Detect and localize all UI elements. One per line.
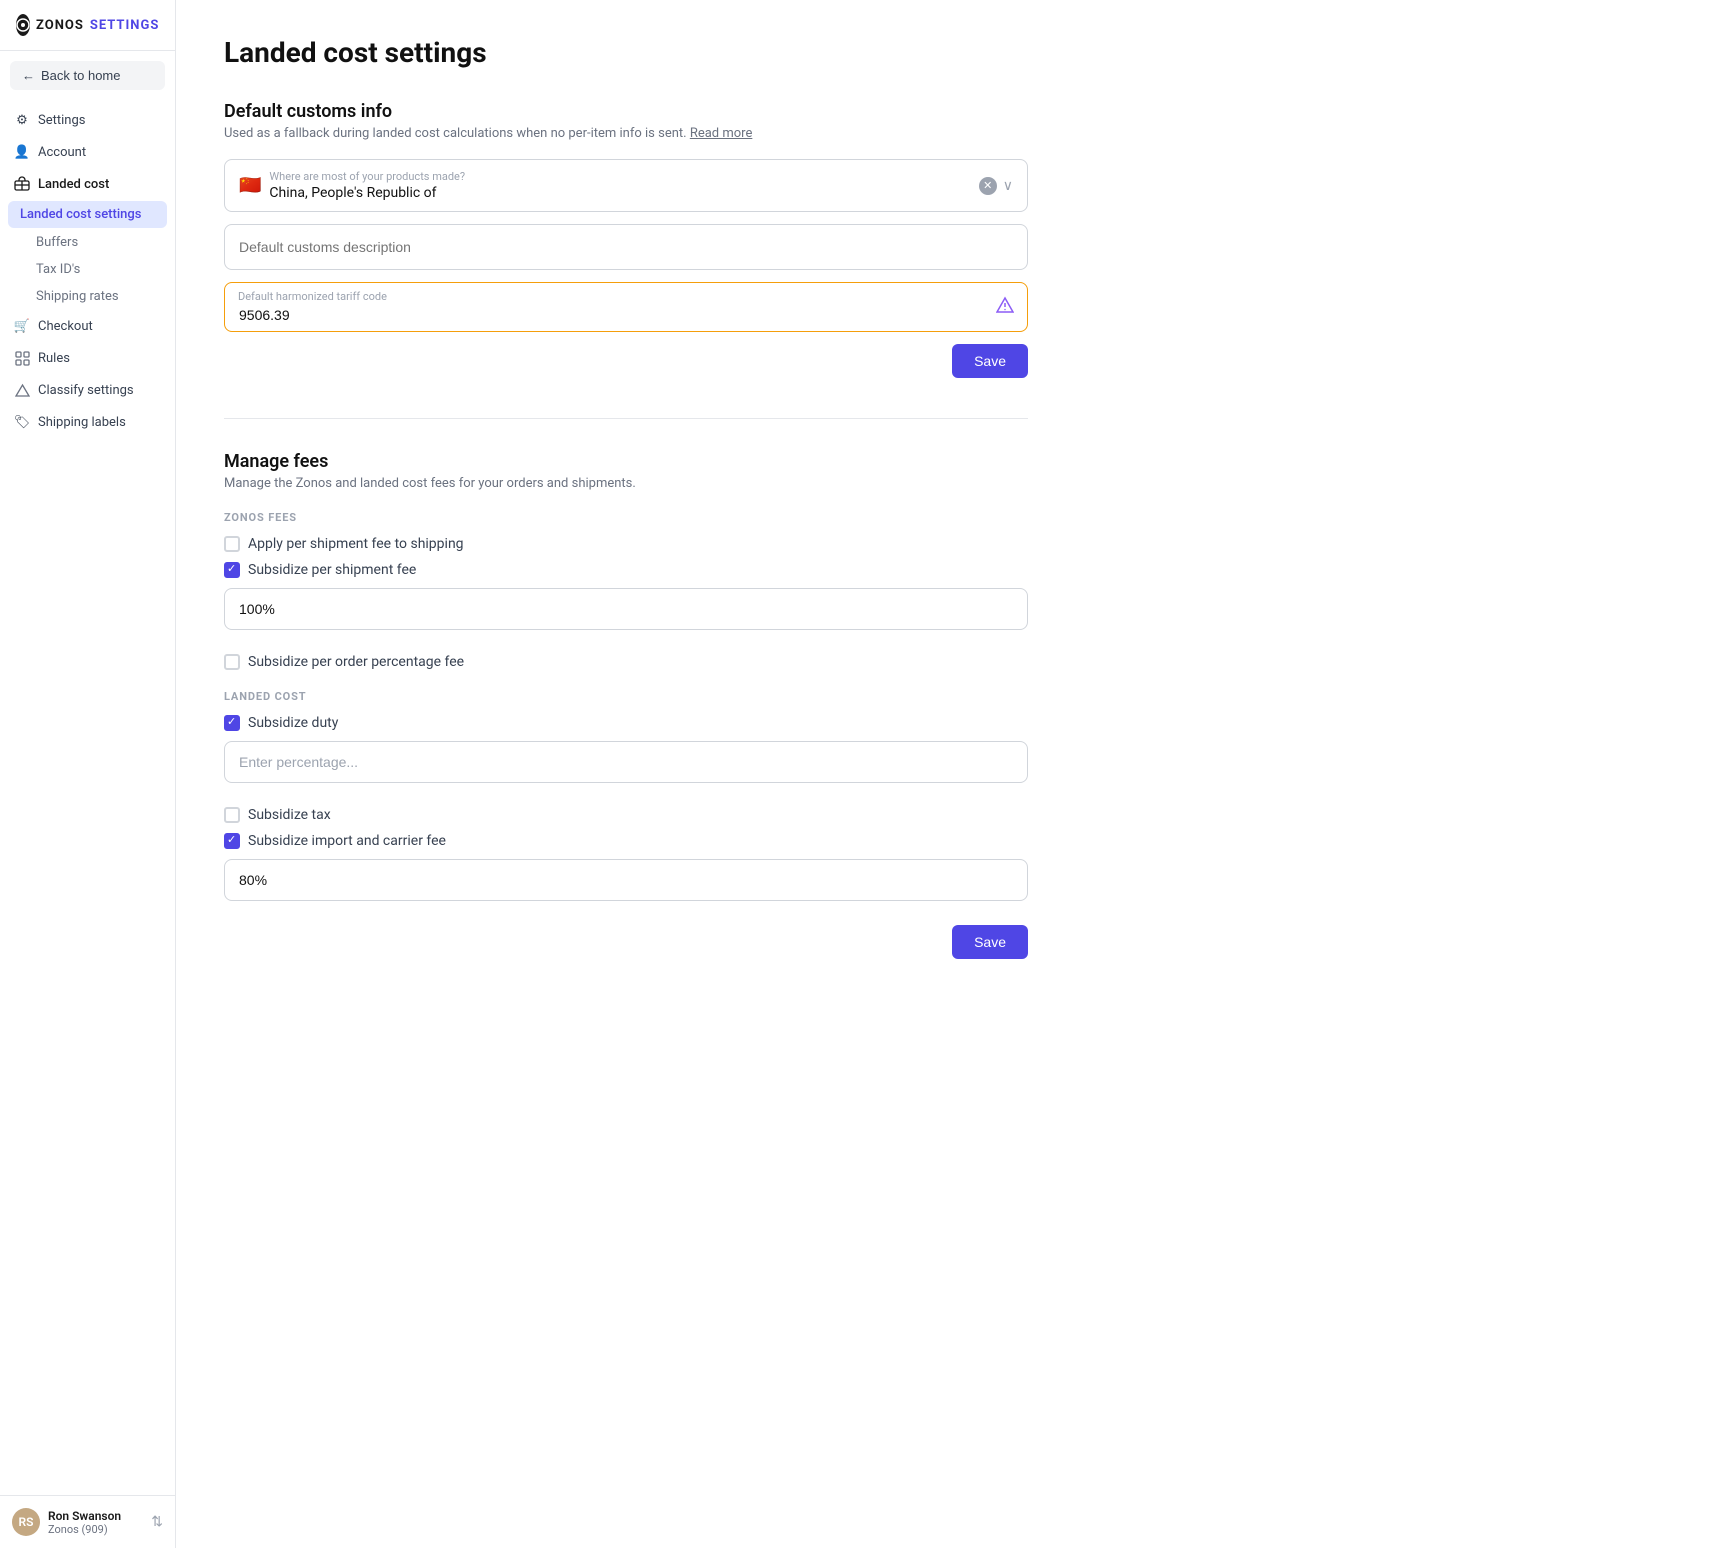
sidebar-subitem-shipping-rates[interactable]: Shipping rates — [0, 283, 175, 310]
sidebar: ZONOS SETTINGS ← Back to home ⚙ Settings… — [0, 0, 176, 1548]
arrow-left-icon: ← — [22, 68, 35, 83]
subsidize-per-shipment-row: Subsidize per shipment fee — [224, 562, 1028, 578]
per-shipment-value-input[interactable] — [224, 588, 1028, 630]
cart-icon: 🛒 — [14, 318, 30, 334]
warning-triangle-icon — [996, 296, 1014, 318]
country-chevron-icon[interactable]: ∨ — [1003, 178, 1013, 194]
apply-per-shipment-label: Apply per shipment fee to shipping — [248, 536, 464, 552]
sidebar-subitem-shipping-label: Shipping rates — [36, 289, 119, 304]
subsidize-tax-row: Subsidize tax — [224, 807, 1028, 823]
duty-percentage-input[interactable] — [224, 741, 1028, 783]
sidebar-item-classify[interactable]: Classify settings — [0, 374, 175, 406]
import-carrier-value-input[interactable] — [224, 859, 1028, 901]
user-name: Ron Swanson — [48, 1509, 121, 1523]
subsidize-tax-label: Subsidize tax — [248, 807, 331, 823]
sidebar-item-shipping-labels[interactable]: 🏷 Shipping labels — [0, 406, 175, 438]
subsidize-per-order-row: Subsidize per order percentage fee — [224, 654, 1028, 670]
read-more-link[interactable]: Read more — [690, 126, 753, 141]
subsidize-per-shipment-checkbox[interactable] — [224, 562, 240, 578]
apply-per-shipment-row: Apply per shipment fee to shipping — [224, 536, 1028, 552]
customs-desc-text: Used as a fallback during landed cost ca… — [224, 126, 687, 141]
customs-section-desc: Used as a fallback during landed cost ca… — [224, 126, 1028, 141]
country-select-value: China, People's Republic of — [269, 185, 465, 201]
logo-settings: SETTINGS — [90, 18, 160, 33]
sidebar-footer: RS Ron Swanson Zonos (909) ⇅ — [0, 1495, 175, 1548]
sidebar-subitem-landed-cost-settings[interactable]: Landed cost settings — [8, 201, 167, 228]
gear-icon: ⚙ — [14, 112, 30, 128]
section-divider — [224, 418, 1028, 419]
sidebar-item-account-label: Account — [38, 145, 86, 160]
tariff-code-input[interactable] — [224, 282, 1028, 332]
subsidize-import-carrier-checkbox[interactable] — [224, 833, 240, 849]
customs-save-button[interactable]: Save — [952, 344, 1028, 378]
duty-percentage-group — [224, 741, 1028, 795]
landed-cost-label: LANDED COST — [224, 690, 1028, 703]
sidebar-item-classify-label: Classify settings — [38, 383, 134, 398]
country-info: Where are most of your products made? Ch… — [269, 170, 465, 201]
sidebar-subitem-lcs-label: Landed cost settings — [20, 207, 141, 222]
fees-section-title: Manage fees — [224, 451, 1028, 472]
fees-section-desc: Manage the Zonos and landed cost fees fo… — [224, 476, 1028, 491]
sidebar-subitem-buffers[interactable]: Buffers — [0, 229, 175, 256]
country-clear-button[interactable]: ✕ — [979, 177, 997, 195]
sidebar-item-account[interactable]: 👤 Account — [0, 136, 175, 168]
sidebar-nav: ⚙ Settings 👤 Account Landed cost Landed … — [0, 100, 175, 1495]
sidebar-item-shipping-labels-label: Shipping labels — [38, 415, 126, 430]
logo-text: ZONOS — [36, 18, 84, 33]
customs-info-section: Default customs info Used as a fallback … — [224, 101, 1028, 378]
box-icon — [14, 176, 30, 192]
avatar: RS — [12, 1508, 40, 1536]
country-controls: ✕ ∨ — [979, 177, 1013, 195]
sidebar-item-rules[interactable]: Rules — [0, 342, 175, 374]
country-select-label: Where are most of your products made? — [269, 170, 465, 183]
customs-description-group — [224, 224, 1028, 270]
chevron-updown-icon[interactable]: ⇅ — [151, 1514, 163, 1530]
fees-section: Manage fees Manage the Zonos and landed … — [224, 451, 1028, 959]
subsidize-import-carrier-row: Subsidize import and carrier fee — [224, 833, 1028, 849]
sidebar-item-landed-cost-label: Landed cost — [38, 177, 109, 192]
apply-per-shipment-checkbox[interactable] — [224, 536, 240, 552]
sidebar-item-checkout-label: Checkout — [38, 319, 93, 334]
user-details: Ron Swanson Zonos (909) — [48, 1509, 121, 1536]
import-carrier-value-group — [224, 859, 1028, 913]
subsidize-duty-checkbox[interactable] — [224, 715, 240, 731]
sidebar-subitem-tax-ids[interactable]: Tax ID's — [0, 256, 175, 283]
sidebar-item-settings-label: Settings — [38, 113, 85, 128]
subsidize-duty-label: Subsidize duty — [248, 715, 338, 731]
subsidize-import-carrier-label: Subsidize import and carrier fee — [248, 833, 446, 849]
app-logo: ZONOS SETTINGS — [0, 0, 175, 51]
logo-icon — [16, 14, 30, 36]
sidebar-subitem-taxids-label: Tax ID's — [36, 262, 80, 277]
triangle-icon — [14, 382, 30, 398]
fees-save-button[interactable]: Save — [952, 925, 1028, 959]
per-shipment-value-group — [224, 588, 1028, 642]
subsidize-per-shipment-label: Subsidize per shipment fee — [248, 562, 416, 578]
user-info: RS Ron Swanson Zonos (909) — [12, 1508, 121, 1536]
customs-section-title: Default customs info — [224, 101, 1028, 122]
grid-icon — [14, 350, 30, 366]
country-flag: 🇨🇳 — [239, 175, 261, 196]
label-icon: 🏷 — [14, 414, 30, 430]
main-content: Landed cost settings Default customs inf… — [176, 0, 1076, 1548]
sidebar-subitem-buffers-label: Buffers — [36, 235, 78, 250]
user-org: Zonos (909) — [48, 1523, 121, 1536]
page-title: Landed cost settings — [224, 36, 1028, 69]
subsidize-tax-checkbox[interactable] — [224, 807, 240, 823]
subsidize-duty-row: Subsidize duty — [224, 715, 1028, 731]
zonos-fees-label: ZONOS FEES — [224, 511, 1028, 524]
country-select-group: 🇨🇳 Where are most of your products made?… — [224, 159, 1028, 212]
sidebar-item-landed-cost[interactable]: Landed cost — [0, 168, 175, 200]
back-to-home-button[interactable]: ← Back to home — [10, 61, 165, 90]
tariff-code-group: Default harmonized tariff code — [224, 282, 1028, 332]
sidebar-item-settings[interactable]: ⚙ Settings — [0, 104, 175, 136]
sidebar-item-checkout[interactable]: 🛒 Checkout — [0, 310, 175, 342]
sidebar-item-rules-label: Rules — [38, 351, 70, 366]
country-select[interactable]: 🇨🇳 Where are most of your products made?… — [224, 159, 1028, 212]
subsidize-per-order-label: Subsidize per order percentage fee — [248, 654, 464, 670]
subsidize-per-order-checkbox[interactable] — [224, 654, 240, 670]
back-button-label: Back to home — [41, 68, 121, 83]
customs-description-input[interactable] — [224, 224, 1028, 270]
person-icon: 👤 — [14, 144, 30, 160]
